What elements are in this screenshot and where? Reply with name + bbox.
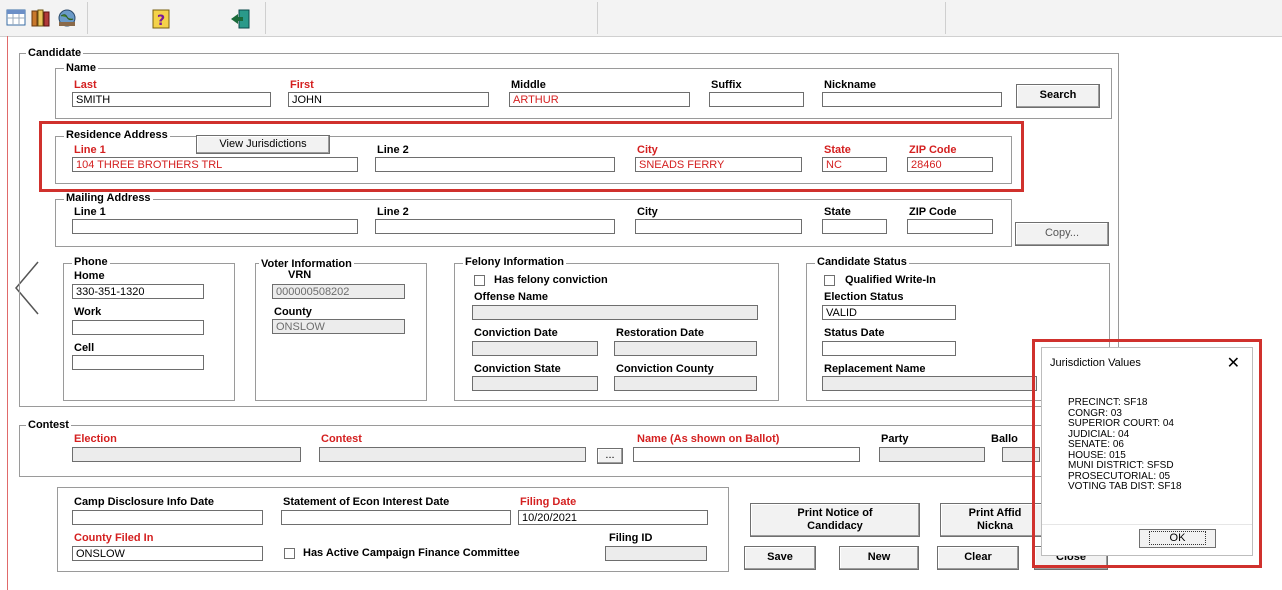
filing-date-input[interactable]: 10/20/2021	[518, 510, 708, 525]
election-label: Election	[74, 433, 117, 445]
replacement-name-label: Replacement Name	[824, 363, 926, 375]
search-button[interactable]: Search	[1016, 84, 1100, 108]
new-button[interactable]: New	[839, 546, 919, 570]
mailing-zip-label: ZIP Code	[909, 206, 957, 218]
suffix-input[interactable]	[709, 92, 804, 107]
contest-label: Contest	[321, 433, 362, 445]
work-phone-label: Work	[74, 306, 102, 318]
last-name-input[interactable]: SMITH	[72, 92, 271, 107]
county-filed-input[interactable]: ONSLOW	[72, 546, 263, 561]
name-legend: Name	[64, 62, 98, 74]
home-phone-label: Home	[74, 270, 105, 282]
mailing-line2-label: Line 2	[377, 206, 409, 218]
ballot-order-label: Ballo	[991, 433, 1018, 445]
replacement-name-input	[822, 376, 1037, 391]
candidate-legend: Candidate	[26, 47, 84, 59]
suffix-label: Suffix	[711, 79, 742, 91]
conviction-state-input	[472, 376, 598, 391]
popup-highlight-box	[1032, 339, 1262, 568]
residence-highlight-box	[39, 121, 1024, 192]
econ-interest-input[interactable]	[281, 510, 511, 525]
county-input: ONSLOW	[272, 319, 405, 334]
finance-committee-checkbox[interactable]	[284, 548, 295, 559]
middle-name-label: Middle	[511, 79, 546, 91]
mailing-city-label: City	[637, 206, 658, 218]
nickname-input[interactable]	[822, 92, 1002, 107]
felony-checkbox-label: Has felony conviction	[494, 274, 608, 286]
work-phone-input[interactable]	[72, 320, 204, 335]
exit-icon[interactable]	[229, 8, 255, 30]
felony-info-legend: Felony Information	[463, 256, 566, 268]
books-icon[interactable]	[30, 8, 56, 30]
print-notice-button[interactable]: Print Notice of Candidacy	[750, 503, 920, 537]
vrn-label: VRN	[288, 269, 312, 281]
election-status-label: Election Status	[824, 291, 904, 303]
felony-checkbox[interactable]	[474, 275, 485, 286]
print-notice-line2: Candidacy	[807, 520, 863, 532]
restoration-date-label: Restoration Date	[616, 327, 705, 339]
filing-id-input	[605, 546, 707, 561]
contest-legend: Contest	[26, 419, 71, 431]
middle-name-input[interactable]: ARTHUR	[509, 92, 690, 107]
conviction-state-label: Conviction State	[474, 363, 561, 375]
save-button[interactable]: Save	[744, 546, 816, 570]
help-icon[interactable]: ?	[150, 8, 176, 30]
last-name-label: Last	[74, 79, 97, 91]
window-left-border	[7, 36, 8, 590]
phone-legend: Phone	[72, 256, 110, 268]
election-status-input[interactable]: VALID	[822, 305, 956, 320]
mailing-state-input[interactable]	[822, 219, 887, 234]
svg-text:?: ?	[157, 13, 165, 29]
mailing-line1-label: Line 1	[74, 206, 106, 218]
status-date-label: Status Date	[824, 327, 885, 339]
mailing-line1-input[interactable]	[72, 219, 358, 234]
clear-button[interactable]: Clear	[937, 546, 1019, 570]
ballot-name-label: Name (As shown on Ballot)	[637, 433, 780, 445]
candidate-status-legend: Candidate Status	[815, 256, 909, 268]
status-date-input[interactable]	[822, 341, 956, 356]
first-name-label: First	[290, 79, 314, 91]
home-phone-input[interactable]: 330-351-1320	[72, 284, 204, 299]
cell-phone-input[interactable]	[72, 355, 204, 370]
contest-input	[319, 447, 586, 462]
offense-name-input	[472, 305, 758, 320]
qualified-write-in-checkbox[interactable]	[824, 275, 835, 286]
camp-disclosure-label: Camp Disclosure Info Date	[74, 496, 214, 508]
copy-button[interactable]: Copy...	[1015, 222, 1109, 246]
mailing-address-legend: Mailing Address	[64, 192, 153, 204]
party-input	[879, 447, 985, 462]
conviction-county-label: Conviction County	[616, 363, 714, 375]
mailing-city-input[interactable]	[635, 219, 802, 234]
filing-date-label: Filing Date	[520, 496, 577, 508]
mailing-state-label: State	[824, 206, 851, 218]
camp-disclosure-input[interactable]	[72, 510, 263, 525]
globe-icon[interactable]	[56, 8, 82, 30]
election-input	[72, 447, 301, 462]
qualified-write-in-label: Qualified Write-In	[845, 274, 936, 286]
first-name-input[interactable]: JOHN	[288, 92, 489, 107]
conviction-date-label: Conviction Date	[474, 327, 558, 339]
conviction-date-input	[472, 341, 598, 356]
offense-name-label: Offense Name	[474, 291, 548, 303]
mailing-line2-input[interactable]	[375, 219, 615, 234]
finance-committee-label: Has Active Campaign Finance Committee	[303, 547, 520, 559]
mailing-zip-input[interactable]	[907, 219, 993, 234]
filing-id-label: Filing ID	[609, 532, 653, 544]
contest-lookup-button[interactable]: ...	[597, 448, 623, 464]
cell-phone-label: Cell	[74, 342, 95, 354]
ballot-name-input[interactable]	[633, 447, 860, 462]
county-filed-label: County Filed In	[74, 532, 154, 544]
calendar-icon[interactable]	[6, 8, 32, 30]
vrn-input: 000000508202	[272, 284, 405, 299]
county-label: County	[274, 306, 312, 318]
restoration-date-input	[614, 341, 757, 356]
print-notice-line1: Print Notice of	[797, 507, 873, 519]
conviction-county-input	[614, 376, 757, 391]
party-label: Party	[881, 433, 909, 445]
toolbar: ?	[0, 0, 1282, 37]
nickname-label: Nickname	[824, 79, 876, 91]
econ-interest-label: Statement of Econ Interest Date	[283, 496, 450, 508]
